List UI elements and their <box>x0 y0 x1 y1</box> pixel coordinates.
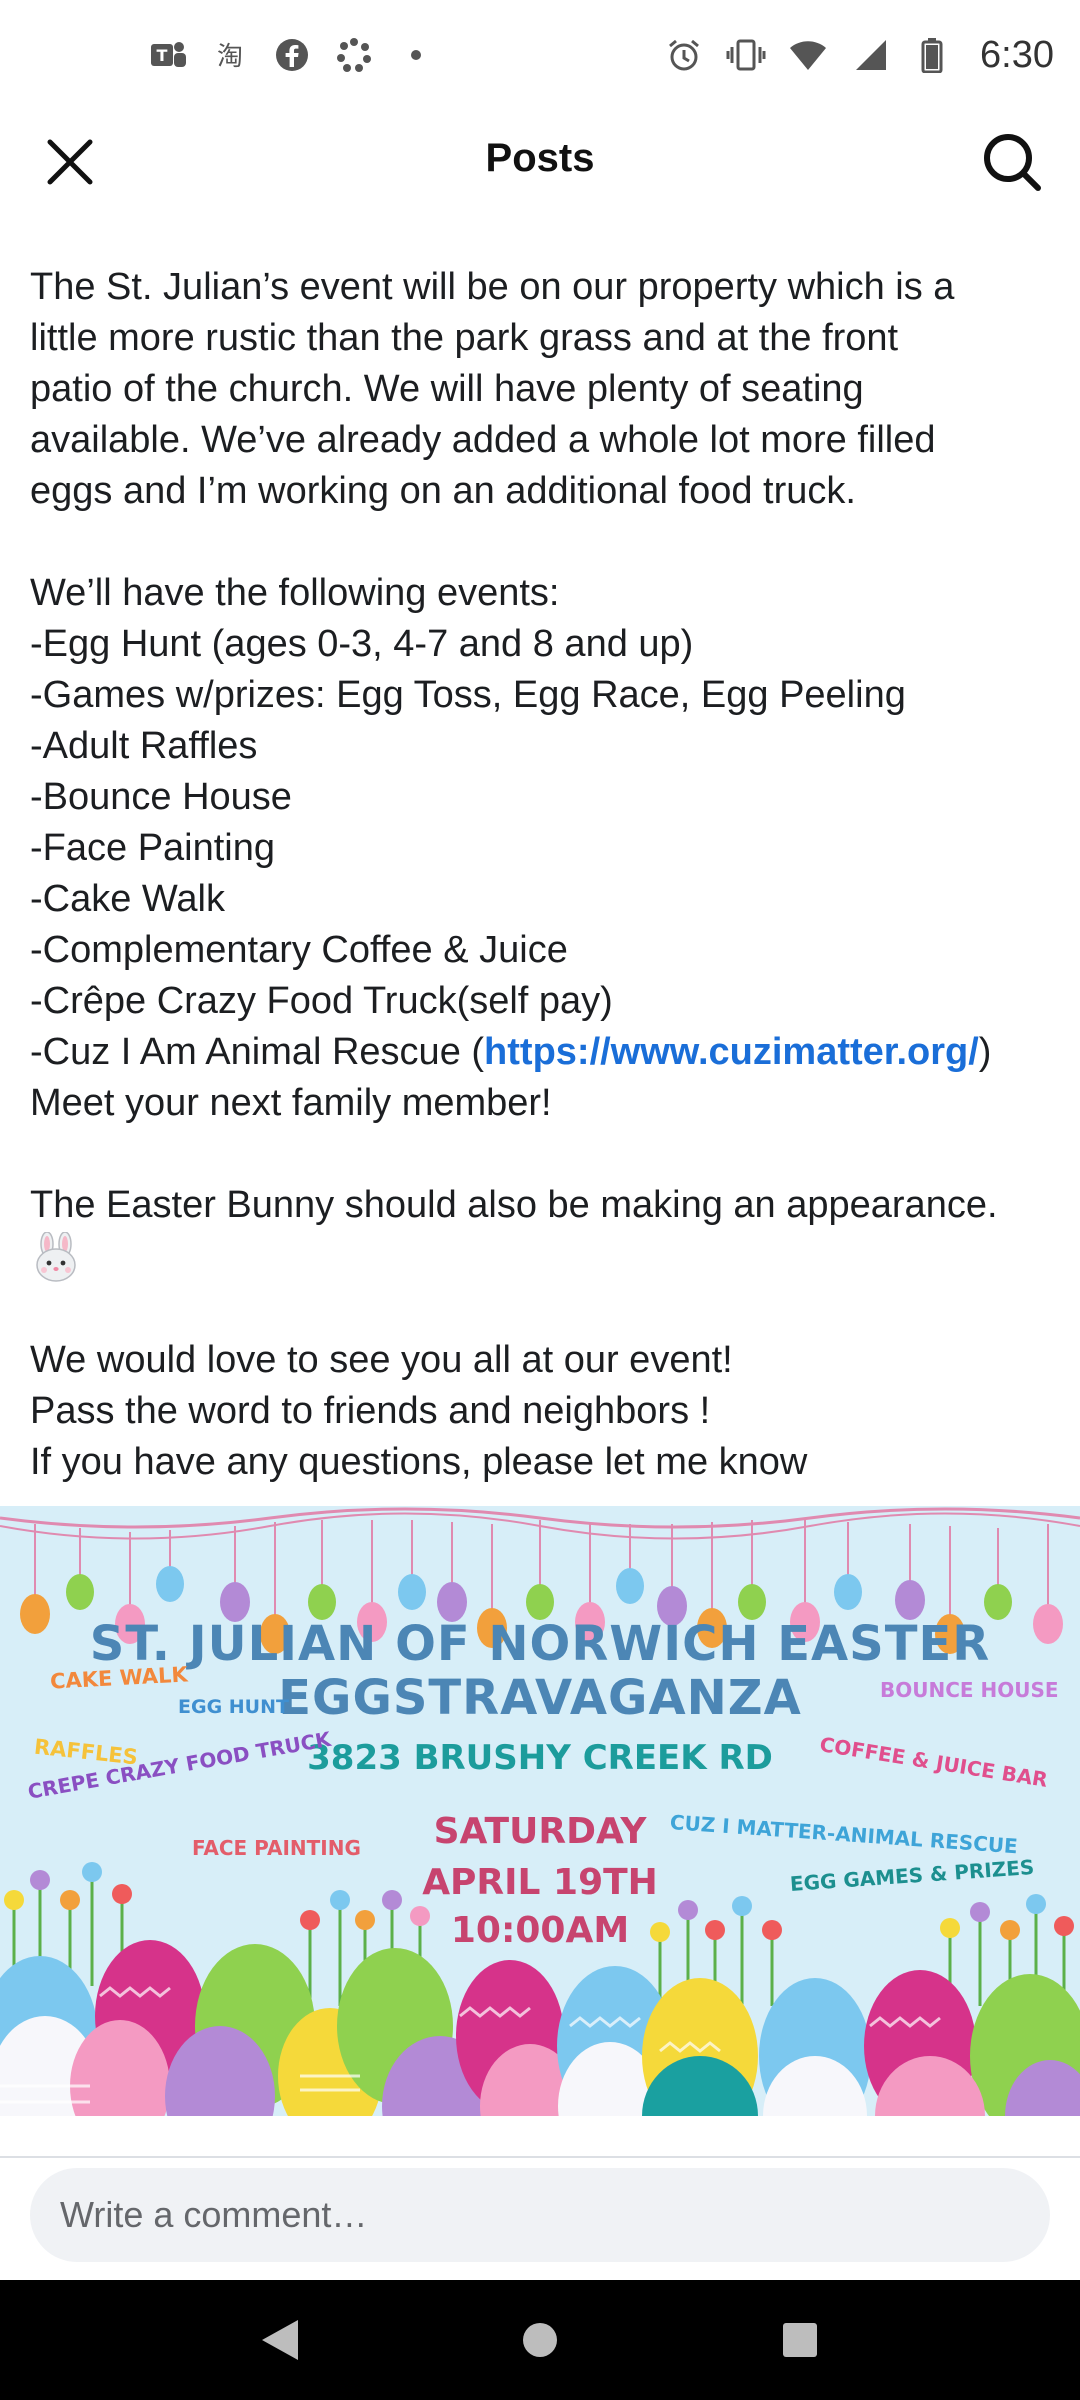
event-item: -Games w/prizes: Egg Toss, Egg Race, Egg… <box>30 674 906 716</box>
flyer-label-bounce-house: BOUNCE HOUSE <box>880 1678 1059 1702</box>
flyer-label-face-painting: FACE PAINTING <box>192 1836 361 1860</box>
status-bar: T 淘 6:30 <box>0 0 1080 110</box>
vibrate-icon <box>726 35 766 75</box>
event-item: -Crêpe Crazy Food Truck(self pay) <box>30 980 613 1022</box>
reaction-bar <box>0 2116 1080 2158</box>
event-item: -Adult Raffles <box>30 725 258 767</box>
facebook-icon <box>272 35 312 75</box>
system-nav-bar <box>0 2280 1080 2400</box>
search-icon <box>984 134 1041 191</box>
event-item-rescue: -Cuz I Am Animal Rescue (https://www.cuz… <box>30 1027 1060 1078</box>
post-body: The St. Julian’s event will be on our pr… <box>30 262 1060 1488</box>
post-line: eggs and I’m working on an additional fo… <box>30 470 856 512</box>
signal-icon <box>850 35 890 75</box>
back-button[interactable] <box>255 2315 305 2365</box>
home-button[interactable] <box>515 2315 565 2365</box>
alarm-icon <box>664 35 704 75</box>
taobao-icon: 淘 <box>210 35 250 75</box>
comment-bar <box>0 2158 1080 2278</box>
close-icon <box>47 139 93 185</box>
app-header: Posts <box>0 110 1080 206</box>
search-button[interactable] <box>980 130 1044 194</box>
closing-line: If you have any questions, please let me… <box>30 1440 808 1483</box>
flyer-label-egg-hunt: EGG HUNT <box>178 1696 289 1718</box>
family-line: Meet your next family member! <box>30 1082 552 1124</box>
rescue-link[interactable]: https://www.cuzimatter.org/ <box>484 1031 979 1073</box>
rescue-suffix: ) <box>978 1031 992 1073</box>
clock: 6:30 <box>980 33 1054 76</box>
svg-text:淘: 淘 <box>217 42 243 72</box>
event-flyer-image[interactable]: ST. JULIAN OF NORWICH EASTER EGGSTRAVAGA… <box>0 1506 1080 2116</box>
post-line: available. We’ve already added a whole l… <box>30 419 936 461</box>
page-title: Posts <box>485 135 595 180</box>
close-button[interactable] <box>40 132 100 192</box>
closing-line: We would love to see you all at our even… <box>30 1338 733 1381</box>
notification-icons: T 淘 <box>148 35 436 75</box>
home-circle-icon <box>523 2323 557 2357</box>
event-item: -Face Painting <box>30 827 276 869</box>
recents-button[interactable] <box>775 2315 825 2365</box>
teams-icon: T <box>148 35 188 75</box>
event-item: -Egg Hunt (ages 0-3, 4-7 and 8 and up) <box>30 623 694 665</box>
pinwheel-icon <box>334 35 374 75</box>
battery-icon <box>912 35 952 75</box>
event-item: -Cake Walk <box>30 878 225 920</box>
bunny-face-icon <box>30 1231 82 1284</box>
comment-input[interactable] <box>30 2168 1050 2262</box>
dot-icon <box>396 35 436 75</box>
svg-text:T: T <box>157 46 168 65</box>
events-intro: We’ll have the following events: <box>30 572 560 614</box>
flyer-time: 10:00AM <box>450 1910 630 1951</box>
event-item: -Bounce House <box>30 776 292 818</box>
post-line: patio of the church. We will have plenty… <box>30 368 864 410</box>
bunny-line: The Easter Bunny should also be making a… <box>30 1184 998 1226</box>
screen: T 淘 6:30 Posts The St. Julian’s event wi… <box>0 0 1080 2400</box>
recents-square-icon <box>783 2323 817 2357</box>
bunny-emoji-line <box>30 1231 1060 1284</box>
back-triangle-icon <box>262 2320 298 2360</box>
rescue-prefix: -Cuz I Am Animal Rescue ( <box>30 1031 485 1073</box>
closing-line: Pass the word to friends and neighbors ! <box>30 1389 711 1432</box>
wifi-icon <box>788 35 828 75</box>
post-line: little more rustic than the park grass a… <box>30 317 899 359</box>
event-item: -Complementary Coffee & Juice <box>30 929 568 971</box>
post-line: The St. Julian’s event will be on our pr… <box>30 266 955 308</box>
system-icons: 6:30 <box>664 34 1054 77</box>
